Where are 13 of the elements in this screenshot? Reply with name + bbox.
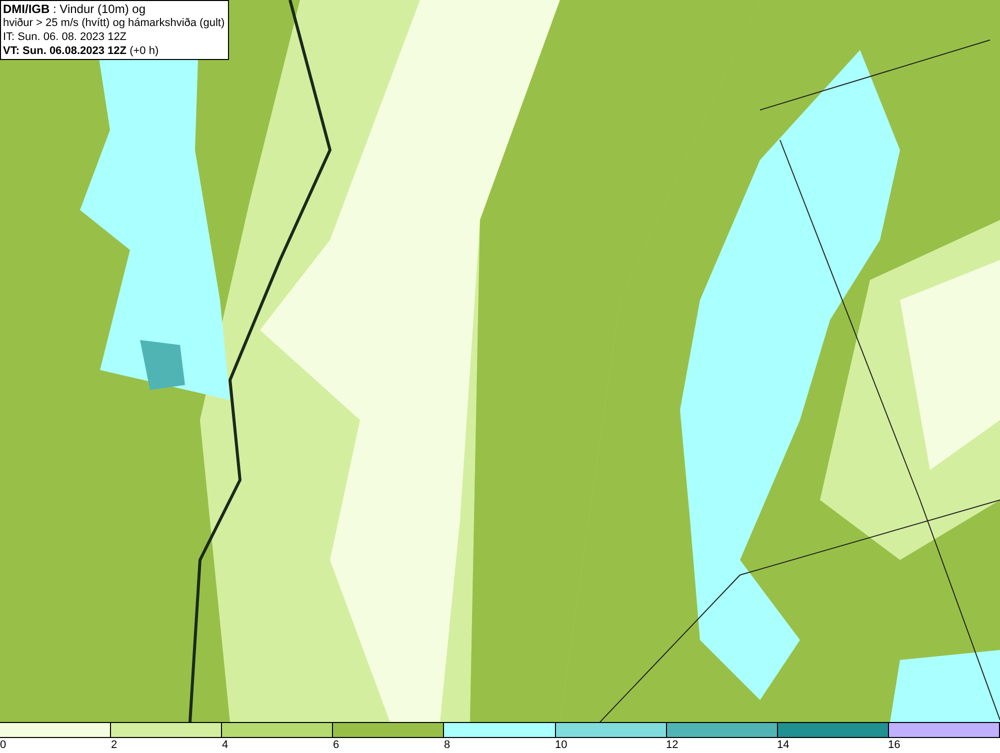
scale-tick-label: 6: [333, 738, 340, 753]
scale-tick-label: 16: [888, 738, 902, 753]
scale-tick-label: 2: [111, 738, 118, 753]
scale-tick-label: 8: [444, 738, 452, 753]
title-line: VT: Sun. 06.08.2023 12Z (+0 h): [3, 44, 160, 58]
title-line: IT: Sun. 06. 08. 2023 12Z: [3, 30, 128, 44]
scale-tick-label: 14: [777, 738, 790, 753]
scale-tick-label: 10: [555, 738, 568, 753]
scale-tick-label: 12: [666, 738, 680, 753]
scale-tick-label: 4: [222, 738, 230, 753]
scale-tick-label: 0: [0, 738, 8, 753]
title-line: hviður > 25 m/s (hvítt) og hámarkshviða (gult): [3, 16, 225, 30]
title-line: DMI/IGB : Vindur (10m) og: [3, 2, 146, 16]
